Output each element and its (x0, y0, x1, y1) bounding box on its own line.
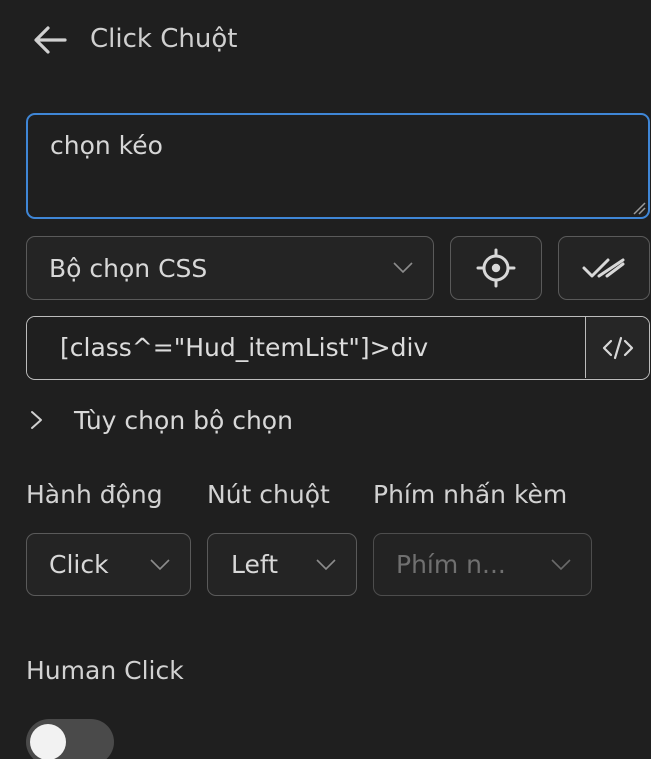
modifier-key-dropdown[interactable]: Phím n... (373, 533, 592, 596)
human-click-toggle[interactable] (26, 719, 114, 759)
action-dropdown[interactable]: Click (26, 533, 191, 596)
arrow-left-icon (34, 26, 67, 54)
double-check-icon (582, 258, 625, 278)
mouse-button-label: Nút chuột (207, 480, 330, 509)
chevron-right-icon (31, 411, 42, 429)
modifier-placeholder: Phím n... (396, 550, 506, 579)
selector-field-group (26, 316, 650, 380)
mouse-button-dropdown[interactable]: Left (207, 533, 357, 596)
chevron-down-icon (316, 558, 336, 570)
modifier-label: Phím nhấn kèm (373, 480, 568, 509)
human-click-label: Human Click (26, 656, 184, 685)
selector-type-value: Bộ chọn CSS (49, 253, 208, 283)
action-value: Click (49, 550, 109, 579)
verify-selector-button[interactable] (558, 236, 650, 300)
resize-handle-icon[interactable] (632, 201, 646, 215)
description-input[interactable]: chọn kéo (26, 113, 650, 219)
chevron-down-icon (150, 558, 170, 570)
selector-options-toggle[interactable]: Tùy chọn bộ chọn (26, 398, 293, 442)
click-action-panel: Click Chuột chọn kéo Bộ chọn CSS [class^… (0, 0, 651, 759)
chevron-down-icon (551, 558, 571, 570)
code-icon (602, 336, 633, 359)
code-view-button[interactable] (586, 317, 649, 378)
back-button[interactable] (28, 20, 72, 60)
selector-options-label: Tùy chọn bộ chọn (74, 405, 293, 435)
pick-element-button[interactable] (450, 236, 542, 300)
toggle-knob (30, 724, 66, 759)
selector-type-dropdown[interactable]: Bộ chọn CSS (26, 236, 434, 300)
action-label: Hành động (26, 480, 163, 509)
page-title: Click Chuột (90, 24, 238, 54)
chevron-down-icon (393, 262, 413, 274)
mouse-button-value: Left (231, 550, 279, 579)
panel-header: Click Chuột (0, 0, 651, 78)
css-selector-input[interactable] (27, 317, 586, 378)
crosshair-icon (476, 248, 516, 288)
